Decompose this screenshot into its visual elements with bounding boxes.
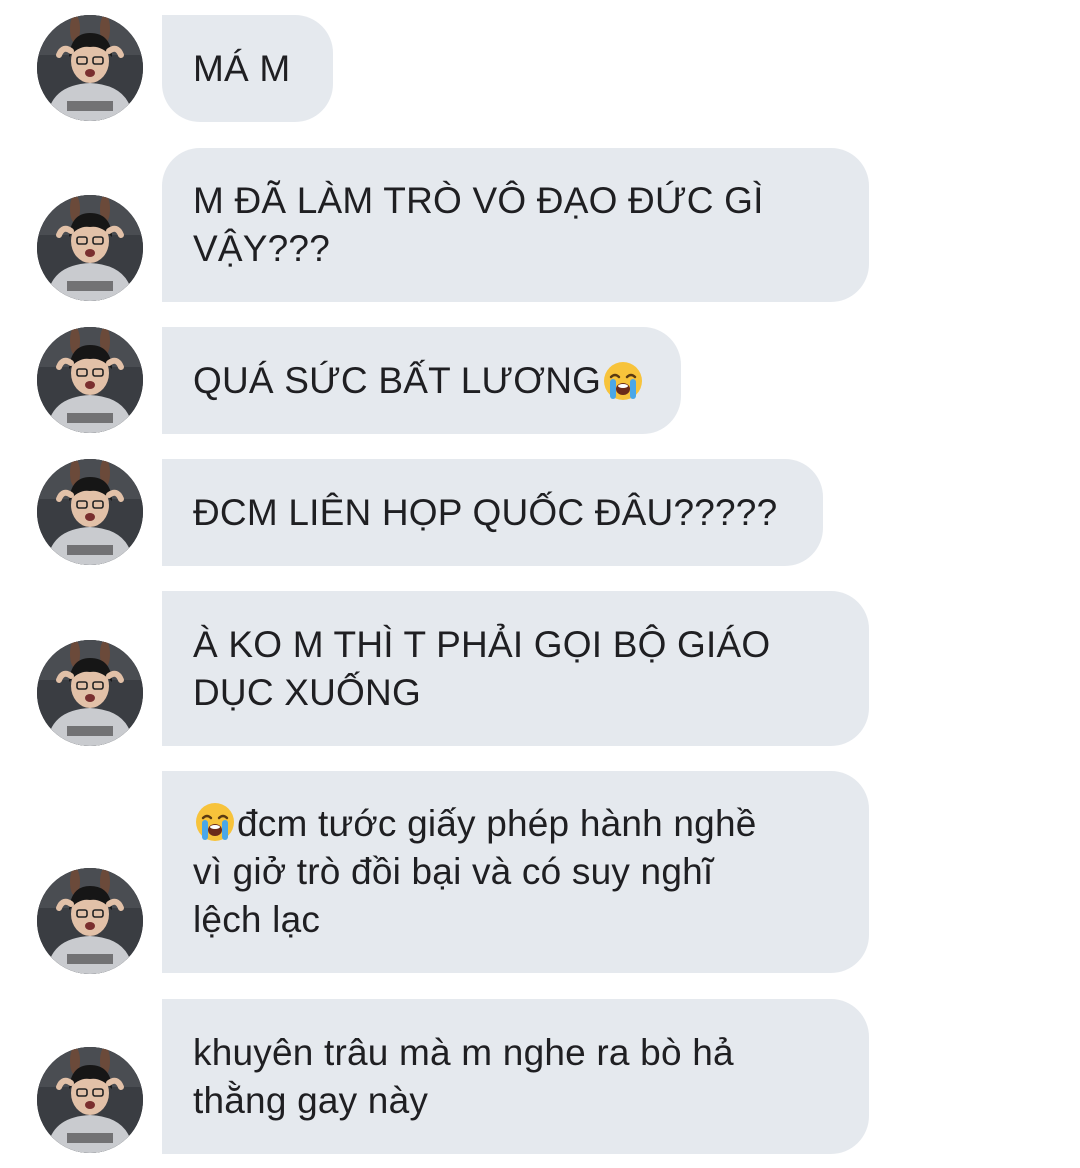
message-bubble[interactable]: MÁ M [162, 15, 333, 122]
avatar-icon [37, 459, 143, 565]
message-text: ĐCM LIÊN HỌP QUỐC ĐÂU????? [193, 491, 778, 533]
avatar-icon [37, 15, 143, 121]
avatar-icon [37, 327, 143, 433]
sender-avatar[interactable] [37, 195, 143, 301]
message-bubble[interactable]: QUÁ SỨC BẤT LƯƠNG [162, 327, 681, 434]
sender-avatar[interactable] [37, 640, 143, 746]
avatar-icon [37, 868, 143, 974]
message-bubble[interactable]: M ĐÃ LÀM TRÒ VÔ ĐẠO ĐỨC GÌ VẬY??? [162, 148, 869, 302]
message-bubble[interactable]: ĐCM LIÊN HỌP QUỐC ĐÂU????? [162, 459, 823, 566]
message-bubble[interactable]: À KO M THÌ T PHẢI GỌI BỘ GIÁO DỤC XUỐNG [162, 591, 869, 746]
avatar-icon [37, 1047, 143, 1153]
avatar-icon [37, 195, 143, 301]
avatar-icon [37, 640, 143, 746]
loudly-crying-face-emoji [194, 801, 236, 843]
message-text: khuyên trâu mà m nghe ra bò hả thằng gay… [193, 1031, 734, 1121]
loudly-crying-face-emoji [602, 360, 644, 402]
sender-avatar[interactable] [37, 15, 143, 121]
sender-avatar[interactable] [37, 327, 143, 433]
message-text: MÁ M [193, 47, 291, 89]
message-text: M ĐÃ LÀM TRÒ VÔ ĐẠO ĐỨC GÌ VẬY??? [193, 180, 764, 269]
message-bubble[interactable]: đcm tước giấy phép hành nghề vì giở trò … [162, 771, 869, 973]
message-text: À KO M THÌ T PHẢI GỌI BỘ GIÁO DỤC XUỐNG [193, 623, 771, 713]
message-thread: MÁ M M ĐÃ LÀM TRÒ VÔ ĐẠO ĐỨC GÌ VẬY??? Q… [0, 0, 1080, 1168]
sender-avatar[interactable] [37, 459, 143, 565]
message-text: QUÁ SỨC BẤT LƯƠNG [193, 359, 602, 401]
message-bubble[interactable]: khuyên trâu mà m nghe ra bò hả thằng gay… [162, 999, 869, 1154]
message-text-wrap: đcm tước giấy phép hành nghề vì giở trò … [193, 800, 757, 944]
sender-avatar[interactable] [37, 1047, 143, 1153]
sender-avatar[interactable] [37, 868, 143, 974]
message-text: đcm tước giấy phép hành nghề vì giở trò … [193, 803, 757, 940]
